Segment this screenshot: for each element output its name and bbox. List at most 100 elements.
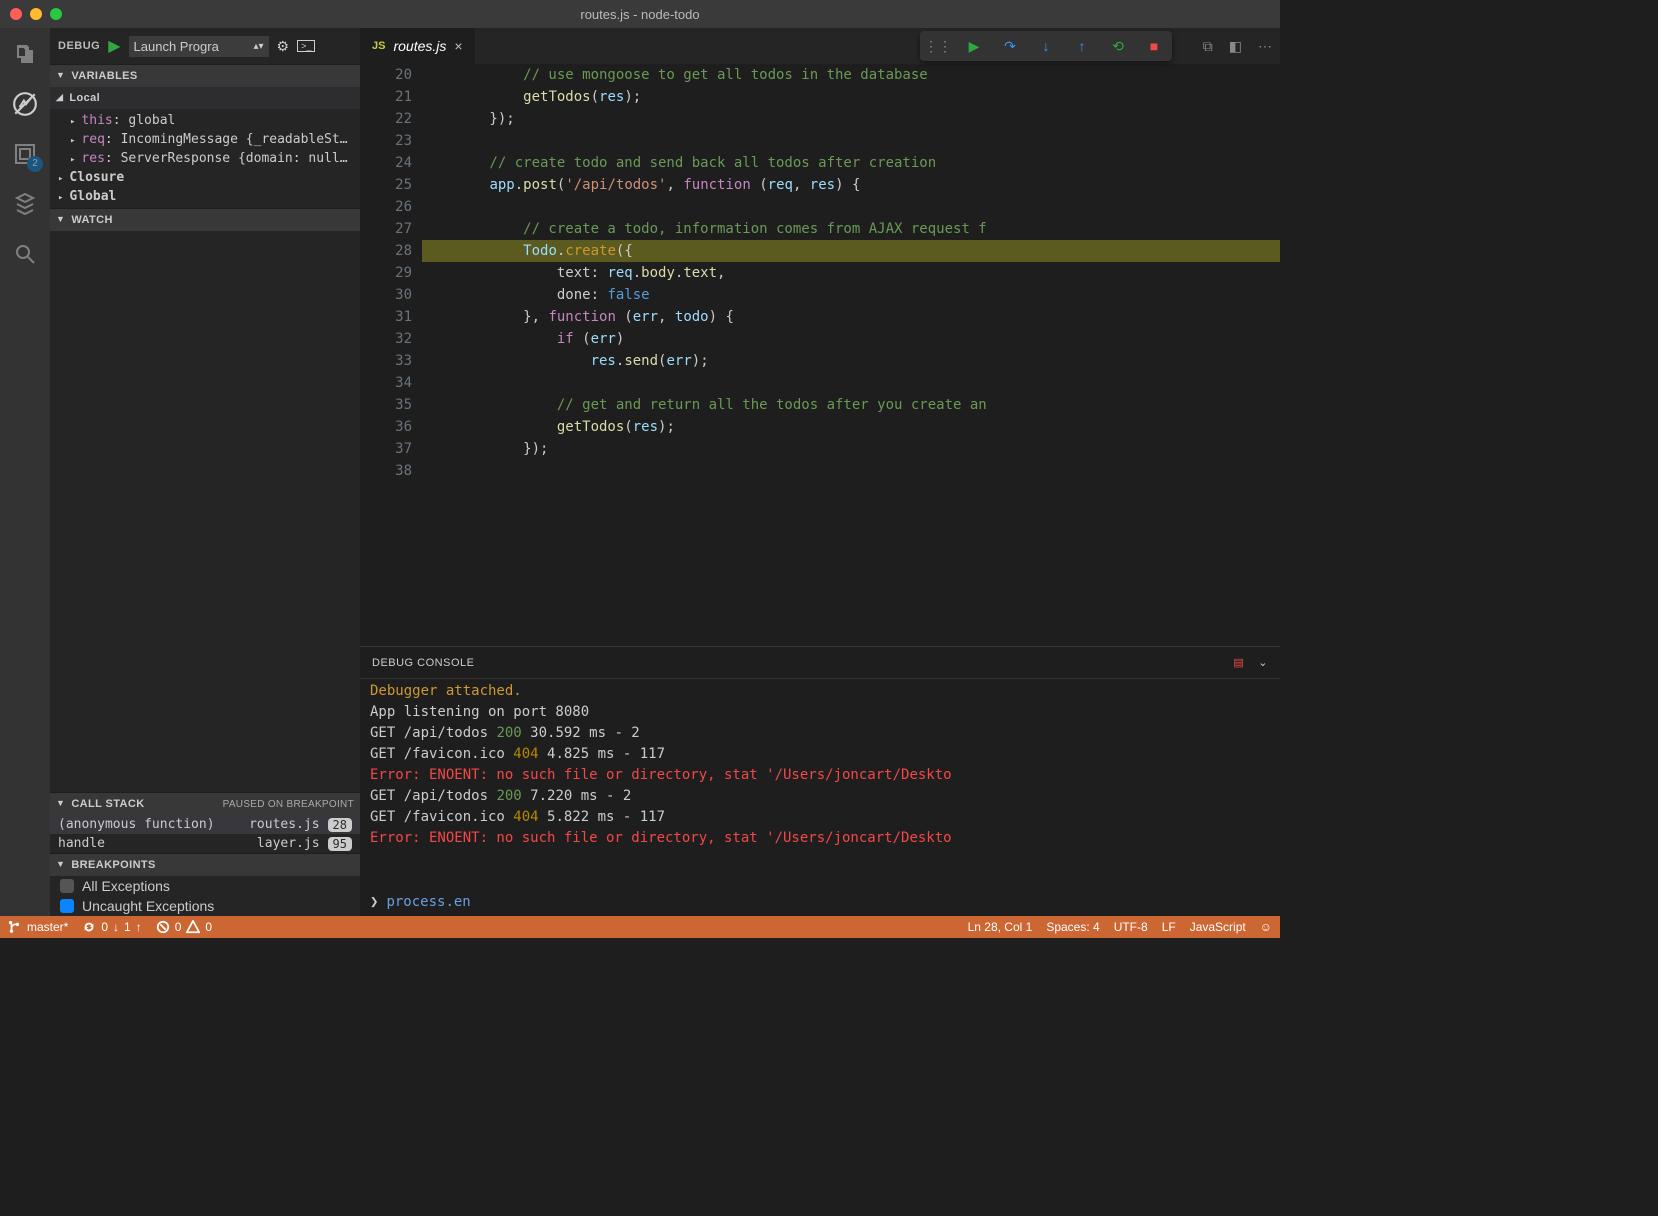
stack-fn: (anonymous function) xyxy=(58,817,241,832)
editor-actions: ⧉ ◧ ⋯ xyxy=(1203,38,1272,55)
breakpoints-section-header[interactable]: ▼BREAKPOINTS xyxy=(50,854,360,876)
explorer-icon[interactable] xyxy=(11,40,39,68)
debug-toolbar[interactable]: ⋮⋮ ▶ ↷ ↓ ↑ ⟲ ■ xyxy=(920,31,1172,61)
code-editor[interactable]: 20212223242526272829303132333435363738 /… xyxy=(360,64,1280,646)
extensions-icon[interactable] xyxy=(11,190,39,218)
checkbox-icon[interactable] xyxy=(60,899,74,913)
debug-console-input[interactable]: ❯ process.en xyxy=(360,892,1280,916)
branch-name: master* xyxy=(27,920,68,934)
var-name: this xyxy=(81,113,112,128)
var-name: res xyxy=(81,151,104,166)
spaces-text: Spaces: 4 xyxy=(1046,920,1099,934)
status-bar: master* 0↓ 1↑ 0 0 Ln 28, Col 1 Spaces: 4… xyxy=(0,916,1280,938)
sync-down: 0 xyxy=(101,920,108,934)
prompt-icon: ❯ xyxy=(370,894,378,910)
breakpoint-label: Uncaught Exceptions xyxy=(82,898,214,914)
more-actions-icon[interactable]: ⋯ xyxy=(1258,38,1272,55)
variables-title: VARIABLES xyxy=(71,70,137,82)
panel-title: DEBUG CONSOLE xyxy=(372,657,474,669)
debug-console-panel: DEBUG CONSOLE ▤ ⌄ Debugger attached.App … xyxy=(360,646,1280,916)
watch-title: WATCH xyxy=(71,214,113,226)
encoding-text: UTF-8 xyxy=(1114,920,1148,934)
restart-icon[interactable]: ⟲ xyxy=(1110,38,1126,54)
debug-config-select[interactable]: Launch Progra ▴▾ xyxy=(129,36,269,57)
scm-icon[interactable]: 2 xyxy=(11,140,39,168)
split-editor-icon[interactable]: ◧ xyxy=(1229,38,1242,55)
callstack-status: PAUSED ON BREAKPOINT xyxy=(223,799,354,810)
sync-button[interactable]: 0↓ 1↑ xyxy=(82,920,141,934)
code-lines[interactable]: // use mongoose to get all todos in the … xyxy=(422,64,1280,646)
debug-header: DEBUG ▶ Launch Progra ▴▾ ⚙ >_ xyxy=(50,28,360,64)
breakpoints-title: BREAKPOINTS xyxy=(71,859,155,871)
stop-icon[interactable]: ■ xyxy=(1146,38,1162,54)
step-into-icon[interactable]: ↓ xyxy=(1038,38,1054,54)
continue-icon[interactable]: ▶ xyxy=(966,38,982,54)
variables-local-tree: ▸this: global ▸req: IncomingMessage {_re… xyxy=(50,109,360,208)
global-label: Global xyxy=(69,189,116,204)
variables-section-header[interactable]: ▼VARIABLES xyxy=(50,65,360,87)
stack-file: layer.js xyxy=(257,836,320,851)
repl-input-text[interactable]: process.en xyxy=(386,894,470,910)
debug-console-toggle-icon[interactable]: >_ xyxy=(297,40,315,52)
watch-section-header[interactable]: ▼WATCH xyxy=(50,209,360,231)
clear-console-icon[interactable]: ▤ xyxy=(1233,656,1244,669)
variable-row[interactable]: ▸this: global xyxy=(50,111,360,130)
breakpoint-item[interactable]: Uncaught Exceptions xyxy=(50,896,360,916)
chevron-updown-icon: ▴▾ xyxy=(254,41,264,52)
close-tab-icon[interactable]: × xyxy=(454,38,462,54)
eol-text: LF xyxy=(1162,920,1176,934)
var-name: req xyxy=(81,132,104,147)
debug-config-label: Launch Progra xyxy=(134,39,219,54)
cursor-pos-text: Ln 28, Col 1 xyxy=(968,920,1033,934)
stack-fn: handle xyxy=(58,836,249,851)
gear-icon[interactable]: ⚙ xyxy=(277,38,290,55)
indentation-button[interactable]: Spaces: 4 xyxy=(1046,920,1099,934)
title-bar: routes.js - node-todo xyxy=(0,0,1280,28)
feedback-icon[interactable]: ☺ xyxy=(1260,920,1272,934)
closure-label: Closure xyxy=(69,170,124,185)
variable-row[interactable]: ▸req: IncomingMessage {_readableSt… xyxy=(50,130,360,149)
debug-console-output[interactable]: Debugger attached.App listening on port … xyxy=(360,679,1280,892)
checkbox-icon[interactable] xyxy=(60,879,74,893)
step-over-icon[interactable]: ↷ xyxy=(1002,38,1018,54)
tab-label: routes.js xyxy=(393,38,446,54)
drag-handle-icon[interactable]: ⋮⋮ xyxy=(930,38,946,54)
debug-title: DEBUG xyxy=(58,40,100,52)
var-value: ServerResponse {domain: null… xyxy=(121,151,348,166)
callstack-item[interactable]: handle layer.js 95 xyxy=(50,834,360,853)
variables-closure-header[interactable]: ▸Closure xyxy=(50,168,360,187)
language-mode-button[interactable]: JavaScript xyxy=(1190,920,1246,934)
variable-row[interactable]: ▸res: ServerResponse {domain: null… xyxy=(50,149,360,168)
breakpoint-label: All Exceptions xyxy=(82,878,170,894)
var-value: IncomingMessage {_readableSt… xyxy=(121,132,348,147)
cursor-position[interactable]: Ln 28, Col 1 xyxy=(968,920,1033,934)
debug-icon[interactable] xyxy=(11,90,39,118)
language-text: JavaScript xyxy=(1190,920,1246,934)
panel-chevron-icon[interactable]: ⌄ xyxy=(1258,656,1268,669)
problems-button[interactable]: 0 0 xyxy=(156,920,212,934)
activity-bar: 2 xyxy=(0,28,50,916)
local-label: Local xyxy=(69,92,100,104)
breakpoint-item[interactable]: All Exceptions xyxy=(50,876,360,896)
tab-routes-js[interactable]: JS routes.js × xyxy=(360,28,475,64)
step-out-icon[interactable]: ↑ xyxy=(1074,38,1090,54)
variables-global-header[interactable]: ▸Global xyxy=(50,187,360,206)
var-value: global xyxy=(128,113,175,128)
encoding-button[interactable]: UTF-8 xyxy=(1114,920,1148,934)
search-icon[interactable] xyxy=(11,240,39,268)
start-debug-button[interactable]: ▶ xyxy=(108,36,120,56)
callstack-section-header[interactable]: ▼CALL STACKPAUSED ON BREAKPOINT xyxy=(50,793,360,815)
editor-tabs: JS routes.js × ⋮⋮ ▶ ↷ ↓ ↑ ⟲ ■ ⧉ ◧ ⋯ xyxy=(360,28,1280,64)
callstack-title: CALL STACK xyxy=(71,798,144,810)
git-branch-button[interactable]: master* xyxy=(8,920,68,934)
gutter[interactable]: 20212223242526272829303132333435363738 xyxy=(360,64,422,646)
warning-count: 0 xyxy=(205,920,212,934)
variables-local-header[interactable]: ◢Local xyxy=(50,87,360,109)
eol-button[interactable]: LF xyxy=(1162,920,1176,934)
scm-badge: 2 xyxy=(27,156,43,172)
callstack-item[interactable]: (anonymous function) routes.js 28 xyxy=(50,815,360,834)
sync-up: 1 xyxy=(124,920,131,934)
find-in-selection-icon[interactable]: ⧉ xyxy=(1203,38,1213,55)
stack-file: routes.js xyxy=(249,817,319,832)
debug-sidebar: DEBUG ▶ Launch Progra▴▾ ⚙ >_ ▼VARIABLES … xyxy=(50,28,360,916)
